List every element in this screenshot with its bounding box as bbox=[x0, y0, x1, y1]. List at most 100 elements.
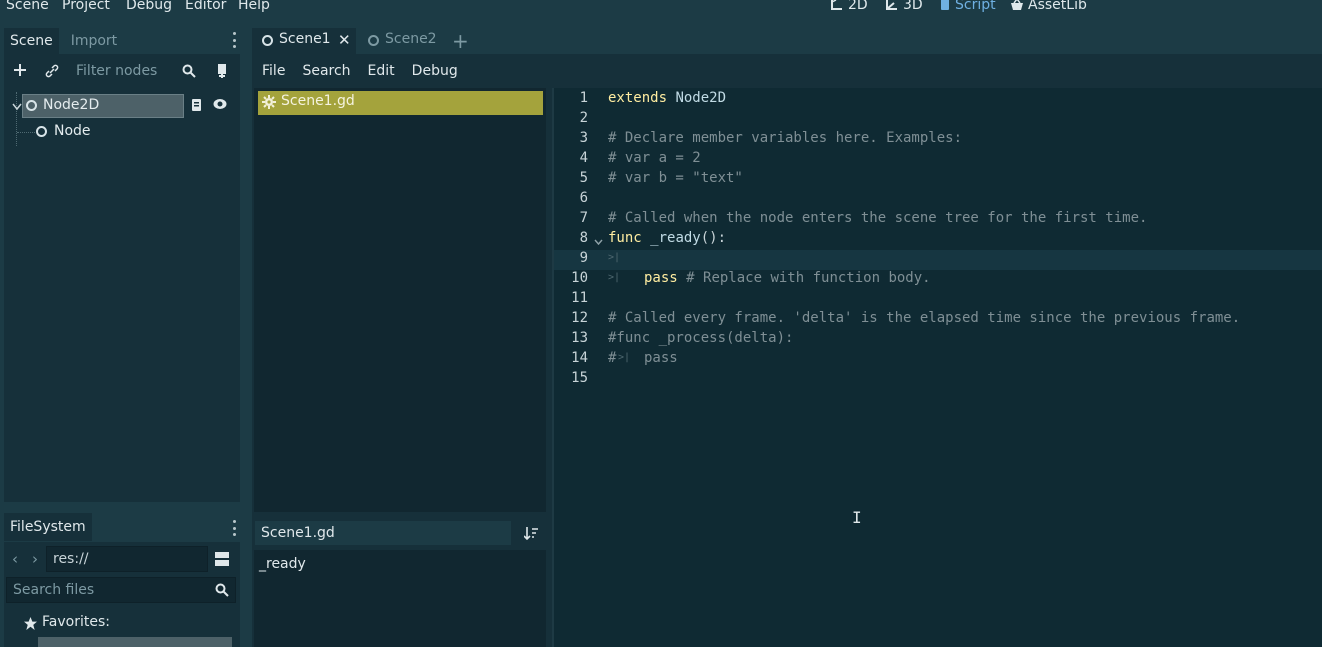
line-number: 5 bbox=[579, 170, 588, 186]
menu-debug[interactable]: Debug bbox=[126, 0, 172, 13]
text-cursor-icon: I bbox=[852, 508, 862, 527]
script-menu-search[interactable]: Search bbox=[302, 63, 350, 79]
method-list: _ready bbox=[254, 550, 546, 647]
tree-item-node2d[interactable]: Node2D bbox=[22, 94, 184, 118]
menu-editor[interactable]: Editor bbox=[185, 0, 226, 13]
scene-tabs-bar: Scene1 ✕ Scene2 + bbox=[252, 28, 1322, 54]
line-number: 4 bbox=[579, 150, 588, 166]
current-line-highlight bbox=[554, 250, 1322, 270]
line-number: 7 bbox=[579, 210, 588, 226]
code-editor[interactable]: 1 2 3 4 5 6 7 8 9 10 11 12 13 14 15 exte… bbox=[552, 88, 1322, 647]
search-icon bbox=[182, 64, 196, 82]
scene2-node-icon bbox=[368, 35, 379, 46]
script-menu-debug[interactable]: Debug bbox=[412, 63, 458, 79]
scene-dock-menu-icon[interactable] bbox=[232, 32, 236, 48]
code-line-5: # var b = "text" bbox=[608, 170, 743, 186]
split-view-icon[interactable] bbox=[215, 552, 229, 570]
line-number: 6 bbox=[579, 190, 588, 206]
path-input[interactable]: res:// bbox=[46, 546, 208, 572]
script-list-item[interactable]: Scene1.gd bbox=[258, 91, 543, 115]
close-icon[interactable]: ✕ bbox=[338, 31, 351, 49]
path-value: res:// bbox=[53, 551, 89, 567]
node-icon bbox=[36, 126, 47, 137]
filesystem-dock-menu-icon[interactable] bbox=[232, 520, 236, 536]
scene-tab-scene1[interactable]: Scene1 ✕ bbox=[252, 28, 356, 54]
menu-scene[interactable]: Scene bbox=[6, 0, 49, 13]
instance-scene-icon[interactable] bbox=[44, 63, 60, 79]
back-arrow-icon[interactable]: ‹ bbox=[12, 550, 18, 568]
line-number: 3 bbox=[579, 130, 588, 146]
tree-item-node[interactable]: Node bbox=[36, 120, 176, 144]
workspace-2d-label: 2D bbox=[848, 0, 868, 13]
script-list: Scene1.gd bbox=[254, 88, 546, 512]
favorite-res-row[interactable] bbox=[38, 637, 232, 647]
fold-chevron-icon[interactable] bbox=[594, 234, 603, 250]
function-name: _ready bbox=[650, 230, 701, 246]
code-line-4: # var a = 2 bbox=[608, 150, 701, 166]
code-line-8: func _ready(): bbox=[608, 230, 726, 246]
menu-project[interactable]: Project bbox=[62, 0, 110, 13]
comment-replace: # Replace with function body. bbox=[686, 270, 931, 286]
code-line-14-hash: # bbox=[608, 350, 617, 366]
2d-icon bbox=[831, 0, 842, 10]
sort-icon[interactable] bbox=[523, 526, 538, 544]
tab-scene[interactable]: Scene bbox=[4, 28, 59, 54]
tab-filesystem[interactable]: FileSystem bbox=[4, 513, 92, 541]
forward-arrow-icon[interactable]: › bbox=[32, 550, 38, 568]
chevron-down-icon[interactable] bbox=[12, 99, 22, 115]
script-icon bbox=[941, 0, 949, 10]
scene-dock-body: Filter nodes Node2D Node bbox=[4, 54, 240, 502]
tree-item-node2d-label: Node2D bbox=[43, 97, 100, 113]
line-number: 2 bbox=[579, 110, 588, 126]
3d-icon bbox=[886, 0, 897, 10]
visibility-eye-icon[interactable] bbox=[213, 98, 227, 114]
menu-help[interactable]: Help bbox=[238, 0, 270, 13]
add-scene-tab-icon[interactable]: + bbox=[452, 29, 469, 53]
assetlib-icon bbox=[1011, 0, 1023, 10]
script-filter-value: Scene1.gd bbox=[261, 525, 335, 541]
tab-import[interactable]: Import bbox=[65, 28, 123, 54]
code-line-14-pass: pass bbox=[644, 350, 678, 366]
keyword-extends: extends bbox=[608, 90, 668, 106]
tab-indicator-icon: >| bbox=[608, 272, 621, 283]
filesystem-dock: FileSystem ‹ › res:// Search files Favor… bbox=[4, 513, 240, 647]
script-menubar: File Search Edit Debug bbox=[252, 54, 1322, 88]
scene-tab-scene1-label: Scene1 bbox=[279, 31, 331, 47]
script-menu-file[interactable]: File bbox=[262, 63, 285, 79]
scene1-node-icon bbox=[262, 35, 273, 46]
line-number: 1 bbox=[579, 90, 588, 106]
tab-indicator-icon: >| bbox=[608, 252, 621, 263]
workspace-3d-label: 3D bbox=[903, 0, 923, 13]
script-filter-input[interactable]: Scene1.gd bbox=[254, 520, 512, 546]
function-parens: (): bbox=[700, 230, 727, 246]
script-menu-edit[interactable]: Edit bbox=[368, 63, 395, 79]
menubar: Scene Project Debug Editor Help 2D 3D Sc… bbox=[0, 0, 1322, 14]
line-number: 13 bbox=[571, 330, 588, 346]
scene-tab-scene2-label: Scene2 bbox=[385, 31, 437, 47]
script-list-item-label: Scene1.gd bbox=[281, 93, 355, 109]
filesystem-dock-body: ‹ › res:// Search files Favorites: bbox=[4, 542, 240, 647]
workspace-3d[interactable]: 3D bbox=[885, 0, 923, 13]
filter-nodes-placeholder: Filter nodes bbox=[76, 63, 158, 79]
type-node2d: Node2D bbox=[675, 90, 727, 106]
attach-script-icon[interactable] bbox=[214, 63, 230, 83]
workspace-2d[interactable]: 2D bbox=[830, 0, 868, 13]
filesystem-dock-tabs: FileSystem bbox=[4, 513, 240, 541]
code-line-12: # Called every frame. 'delta' is the ela… bbox=[608, 310, 1241, 326]
scene-tab-scene2[interactable]: Scene2 bbox=[362, 28, 448, 54]
script-editor: File Search Edit Debug Scene1.gd Scene1.… bbox=[252, 54, 1322, 647]
keyword-pass: pass bbox=[644, 270, 678, 286]
search-files-input[interactable]: Search files bbox=[6, 577, 236, 603]
workspace-script[interactable]: Script bbox=[939, 0, 996, 13]
code-line-7: # Called when the node enters the scene … bbox=[608, 210, 1148, 226]
keyword-func: func bbox=[608, 230, 642, 246]
method-item-ready[interactable]: _ready bbox=[259, 556, 306, 572]
favorites-label: Favorites: bbox=[42, 614, 110, 630]
code-line-10: pass # Replace with function body. bbox=[644, 270, 931, 286]
script-attached-icon[interactable] bbox=[191, 98, 203, 116]
code-line-13: #func _process(delta): bbox=[608, 330, 794, 346]
search-files-placeholder: Search files bbox=[13, 582, 95, 598]
add-node-icon[interactable] bbox=[12, 62, 28, 78]
workspace-assetlib[interactable]: AssetLib bbox=[1010, 0, 1087, 13]
line-number: 14 bbox=[571, 350, 588, 366]
